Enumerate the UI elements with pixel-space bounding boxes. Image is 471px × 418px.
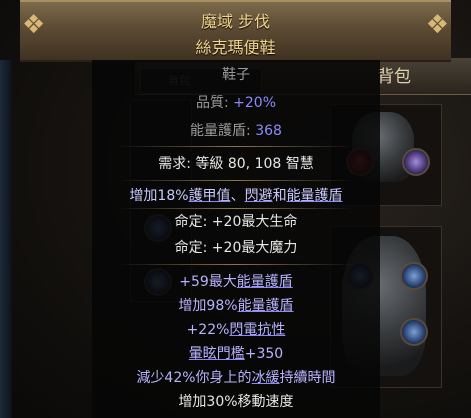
mod-keyword: 暈眩門檻 bbox=[188, 346, 245, 362]
explicit-mod: 增加30%移動速度 bbox=[178, 394, 294, 410]
requirements: 需求: 等級 80, 108 智慧 bbox=[158, 156, 314, 172]
enchant-mod: 命定: +20最大魔力 bbox=[174, 240, 298, 256]
item-base-type: 絲克瑪便鞋 bbox=[195, 38, 276, 57]
property-label: 品質: bbox=[195, 95, 234, 111]
mod-keyword: 冰緩 bbox=[251, 370, 280, 386]
mod-text: 減少42%你身上的 bbox=[136, 370, 252, 386]
mod-keyword: 能量護盾 bbox=[286, 188, 343, 204]
mod-text: 增加18% bbox=[129, 188, 189, 204]
explicit-mod: 增加98%能量護盾 bbox=[92, 297, 380, 315]
property-value: +20% bbox=[233, 95, 277, 111]
mod-keyword: 護甲值 bbox=[188, 188, 231, 204]
mod-text: +59最大 bbox=[179, 274, 237, 290]
tooltip-header: ❖ ❖ 魔域 步伐 絲克瑪便鞋 bbox=[20, 0, 451, 62]
enchant-mod: 命定: +20最大生命 bbox=[174, 214, 298, 230]
mod-text: 增加98% bbox=[178, 298, 238, 314]
explicit-mod: +22%閃電抗性 bbox=[92, 321, 380, 339]
separator bbox=[118, 208, 354, 209]
separator bbox=[118, 180, 354, 181]
separator bbox=[118, 146, 354, 147]
mod-keyword: 能量護盾 bbox=[236, 274, 293, 290]
item-name: 魔域 步伐 bbox=[200, 12, 271, 31]
mod-keyword: 閃電抗性 bbox=[229, 322, 286, 338]
property-label: 能量護盾: bbox=[190, 123, 256, 139]
mod-text: 、 bbox=[230, 188, 245, 204]
separator bbox=[118, 264, 354, 265]
mod-keyword: 能量護盾 bbox=[237, 298, 294, 314]
item-tooltip: ❖ ❖ 魔域 步伐 絲克瑪便鞋 鞋子 品質: +20% 能量護盾: 368 需求… bbox=[0, 0, 471, 418]
mod-text: 持續時間 bbox=[279, 370, 336, 386]
mod-text: 和 bbox=[272, 188, 287, 204]
explicit-mod: 暈眩門檻+350 bbox=[92, 345, 380, 363]
item-class: 鞋子 bbox=[222, 67, 250, 83]
mod-text: +350 bbox=[244, 346, 284, 362]
quality-property: 品質: +20% bbox=[92, 94, 380, 112]
explicit-mod: 減少42%你身上的冰緩持續時間 bbox=[92, 369, 380, 387]
mod-text: +22% bbox=[186, 322, 230, 338]
explicit-mod: +59最大能量護盾 bbox=[92, 273, 380, 291]
property-value: 368 bbox=[255, 123, 282, 139]
energy-shield-property: 能量護盾: 368 bbox=[92, 122, 380, 140]
implicit-mod: 增加18%護甲值、閃避和能量護盾 bbox=[92, 187, 380, 205]
mod-keyword: 閃避 bbox=[244, 188, 273, 204]
